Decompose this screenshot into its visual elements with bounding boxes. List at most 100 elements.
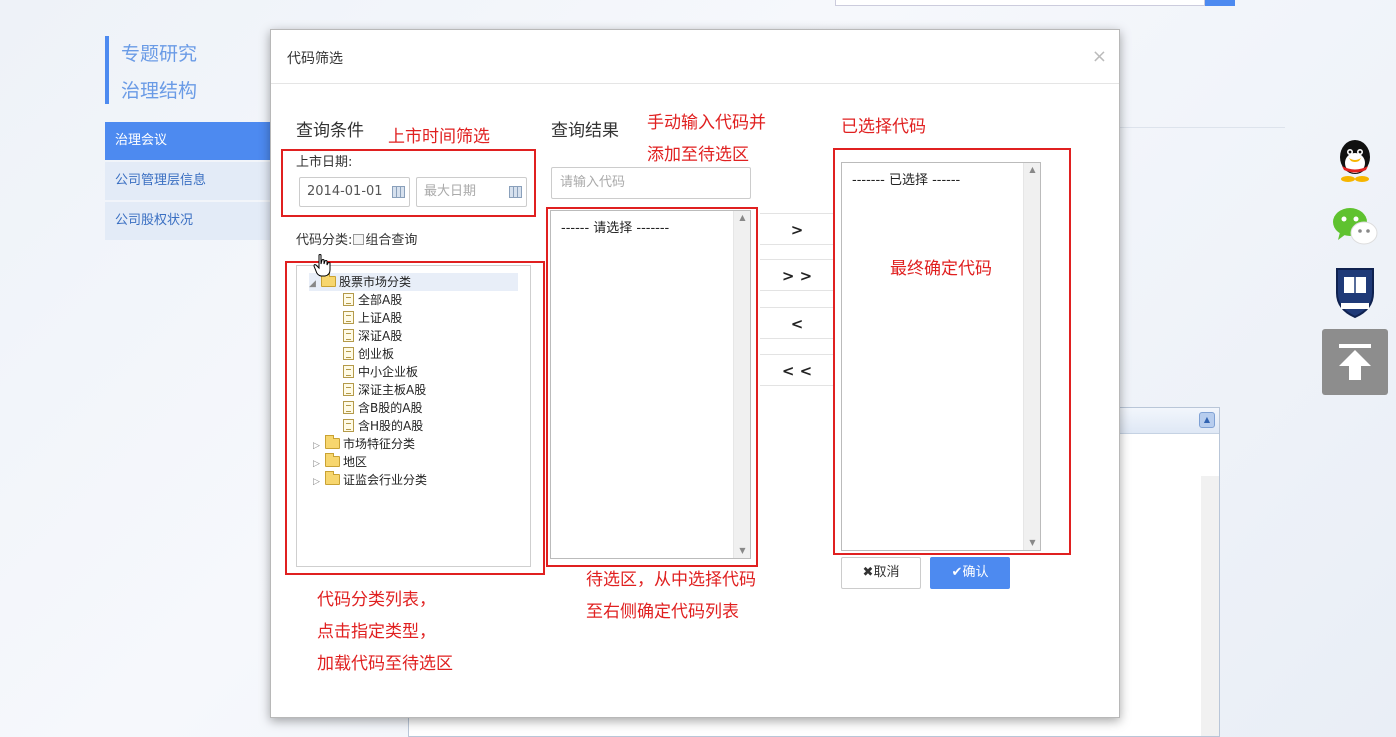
tree-node-sz-a[interactable]: 深证A股 [343,327,402,345]
close-icon[interactable]: × [1092,46,1107,67]
menu-item-management-info[interactable]: 公司管理层信息 [105,162,275,200]
tree-node-label: 股票市场分类 [339,275,412,289]
document-icon [343,311,354,324]
tree-node-label: 含B股的A股 [358,401,423,415]
document-icon [343,365,354,378]
query-results-title: 查询结果 [551,121,619,141]
tree-node-label: 深证A股 [358,329,403,343]
start-date-value: 2014-01-01 [307,184,383,199]
tree-node-with-h[interactable]: 含H股的A股 [343,417,423,435]
tree-node-label: 上证A股 [358,311,403,325]
divider [1120,127,1285,128]
code-category-row: 代码分类: 组合查询 [296,229,417,248]
tree-node-with-b[interactable]: 含B股的A股 [343,399,422,417]
collapse-icon[interactable]: ▲ [1199,412,1215,428]
selected-list-placeholder[interactable]: ------- 已选择 ------ [852,169,1040,188]
code-category-label: 代码分类: [296,233,353,248]
expand-icon[interactable]: ◢ [309,275,321,293]
top-search-bar[interactable] [835,0,1205,6]
tree-node-label: 市场特征分类 [343,437,416,451]
side-icon-bar [1322,127,1388,395]
arrow-up-icon [1339,344,1371,380]
tree-node-gem[interactable]: 创业板 [343,345,394,363]
menu-item-equity-status[interactable]: 公司股权状况 [105,202,275,240]
cancel-button[interactable]: ✖取消 [841,557,921,589]
folder-icon [321,273,336,287]
pending-code-list[interactable]: ------ 请选择 ------- ▲ ▼ [550,210,751,559]
tree-node-market-feature[interactable]: ▷ 市场特征分类 [313,435,415,453]
tree-node-label: 深证主板A股 [358,383,427,397]
document-icon [343,383,354,396]
dialog-title: 代码筛选 [271,30,1119,84]
annotation-category-list: 代码分类列表， 点击指定类型， 加载代码至待选区 [317,584,453,680]
background-panel-scrollbar[interactable] [1201,476,1219,736]
hand-cursor-icon [313,254,331,277]
section-title-main: 专题研究 [121,43,198,65]
university-shield-icon[interactable] [1322,259,1388,325]
document-icon [343,419,354,432]
scroll-down-icon[interactable]: ▼ [734,544,751,558]
folder-icon [325,471,340,485]
tree-node-label: 中小企业板 [358,365,419,379]
tree-node-all-a[interactable]: 全部A股 [343,291,402,309]
top-search-button[interactable] [1205,0,1235,6]
listing-date-label: 上市日期: [296,155,353,170]
tree-node-csrc-industry[interactable]: ▷ 证监会行业分类 [313,471,427,489]
document-icon [343,347,354,360]
tree-node-label: 创业板 [358,347,395,361]
annotation-manual-input: 手动输入代码并 添加至待选区 [647,107,766,171]
section-title: 专题研究 治理结构 [105,36,197,104]
selected-list-scrollbar[interactable]: ▲ ▼ [1023,163,1040,550]
code-input[interactable]: 请输入代码 [551,167,751,199]
end-date-placeholder: 最大日期 [424,184,477,199]
tree-node-label: 地区 [343,455,368,469]
folder-icon [325,435,340,449]
remove-selected-button[interactable]: < [760,307,834,339]
annotation-final-codes: 最终确定代码 [890,259,992,279]
document-icon [343,329,354,342]
add-selected-button[interactable]: > [760,213,834,245]
expand-icon[interactable]: ▷ [313,473,325,491]
tree-node-label: 含H股的A股 [358,419,424,433]
tree-node-region[interactable]: ▷ 地区 [313,453,367,471]
code-input-placeholder: 请输入代码 [560,175,626,190]
scroll-down-icon[interactable]: ▼ [1024,536,1041,550]
annotation-line: 待选区，从中选择代码 [586,570,756,590]
tree-node-label: 全部A股 [358,293,403,307]
pending-list-placeholder[interactable]: ------ 请选择 ------- [561,217,750,236]
document-icon [343,293,354,306]
annotation-line: 点击指定类型， [317,622,436,642]
selected-codes-title: 已选择代码 [841,117,926,137]
tree-node-label: 证监会行业分类 [343,473,428,487]
wechat-icon[interactable] [1322,193,1388,259]
tree-node-sz-main[interactable]: 深证主板A股 [343,381,426,399]
confirm-button[interactable]: ✔确认 [930,557,1010,589]
end-date-input[interactable]: 最大日期 [416,177,527,207]
start-date-input[interactable]: 2014-01-01 [299,177,410,207]
annotation-line: 加载代码至待选区 [317,654,453,674]
combined-query-checkbox[interactable] [353,234,365,245]
scroll-up-icon[interactable]: ▲ [1024,163,1041,177]
tree-node-stock-market[interactable]: ◢ 股票市场分类 [309,273,518,291]
remove-all-button[interactable]: < < [760,354,834,386]
combined-query-label: 组合查询 [365,233,418,248]
calendar-icon[interactable] [392,186,405,198]
folder-icon [325,453,340,467]
scroll-up-icon[interactable]: ▲ [734,211,751,225]
calendar-icon[interactable] [509,186,522,198]
annotation-pending-area: 待选区，从中选择代码 至右侧确定代码列表 [586,564,756,628]
menu-item-governance-meetings[interactable]: 治理会议 [105,122,275,160]
annotation-line: 代码分类列表， [317,590,436,610]
add-all-button[interactable]: > > [760,259,834,291]
document-icon [343,401,354,414]
left-menu: 治理会议 公司管理层信息 公司股权状况 [105,122,275,242]
pending-list-scrollbar[interactable]: ▲ ▼ [733,211,750,558]
back-to-top-button[interactable] [1322,329,1388,395]
selected-code-list[interactable]: ------- 已选择 ------ ▲ ▼ [841,162,1041,551]
qq-icon[interactable] [1322,127,1388,193]
tree-node-sh-a[interactable]: 上证A股 [343,309,402,327]
section-title-sub: 治理结构 [121,80,198,102]
tree-node-sme[interactable]: 中小企业板 [343,363,418,381]
annotation-line: 手动输入代码并 [647,113,766,133]
annotation-line: 至右侧确定代码列表 [586,602,739,622]
